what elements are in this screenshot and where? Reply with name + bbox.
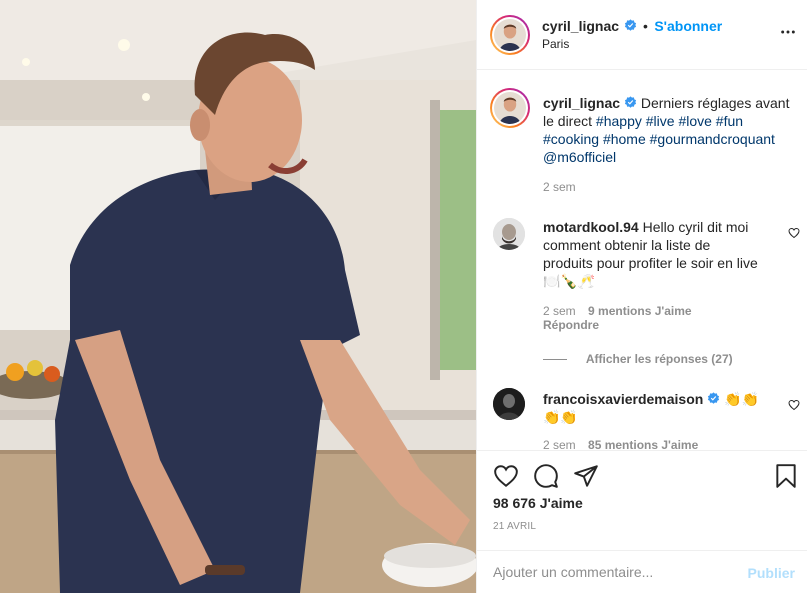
caption-line2-prefix: le direct (543, 113, 593, 129)
comment-bar: Publier (477, 550, 807, 593)
commenter-username[interactable]: francoisxavierdemaison (543, 391, 703, 407)
view-replies-label[interactable]: Afficher les réponses (27) (586, 352, 733, 366)
follow-button[interactable]: S'abonner (654, 18, 722, 34)
comment-line-3: produits pour profiter le soir en live (543, 255, 758, 271)
hashtag-home[interactable]: #home (603, 131, 646, 147)
comment-age[interactable]: 2 sem (543, 304, 576, 318)
hashtag-happy[interactable]: #happy (596, 113, 642, 129)
comment-line-1: Hello cyril dit moi (642, 219, 749, 235)
comment-input[interactable] (493, 559, 733, 585)
comment-like-heart-icon[interactable] (788, 399, 800, 411)
view-replies-button[interactable]: Afficher les réponses (27) (543, 352, 733, 366)
comment-likes[interactable]: 9 mentions J'aime (588, 304, 692, 318)
hashtag-fun[interactable]: #fun (716, 113, 743, 129)
comment-emoji-1: 👏👏 (724, 391, 759, 407)
comment-age[interactable]: 2 sem (543, 438, 576, 450)
comment-text: francoisxavierdemaison 👏👏 👏👏 (543, 390, 783, 426)
caption-avatar-image (494, 92, 526, 124)
comment-emoji: 🍽️🍾🥂 (543, 273, 596, 289)
post-date[interactable]: 21 AVRIL (493, 521, 536, 532)
likes-count[interactable]: 98 676 J'aime (493, 495, 583, 511)
more-options-icon[interactable] (780, 24, 796, 40)
post-header: cyril_lignac • S'abonner Paris (477, 0, 807, 70)
post-location[interactable]: Paris (542, 37, 569, 51)
comment-line-2: comment obtenir la liste de (543, 237, 711, 253)
commenter-avatar[interactable] (493, 388, 525, 420)
bookmark-icon[interactable] (773, 463, 799, 489)
commenter-avatar[interactable] (493, 218, 525, 250)
comment-text: motardkool.94 Hello cyril dit moi commen… (543, 218, 783, 290)
caption-age[interactable]: 2 sem (543, 180, 576, 194)
caption-intro: Derniers réglages avant (640, 95, 790, 111)
caption-text: cyril_lignac Derniers réglages avant le … (543, 94, 798, 166)
heart-icon[interactable] (493, 463, 519, 489)
caption-verified-badge-icon (624, 96, 637, 108)
commenter-verified-badge-icon (708, 392, 720, 404)
comment-emoji-2: 👏👏 (543, 409, 578, 425)
post-photo[interactable] (0, 0, 476, 593)
commenter-avatar-image (493, 388, 525, 420)
post-photo-image (0, 0, 476, 593)
publish-button[interactable]: Publier (748, 565, 795, 581)
post-panel: cyril_lignac • S'abonner Paris cyril_lig… (476, 0, 807, 593)
author-avatar[interactable] (490, 15, 530, 55)
commenter-avatar-image (493, 218, 525, 250)
comment-likes[interactable]: 85 mentions J'aime (588, 438, 698, 450)
send-icon[interactable] (573, 463, 599, 489)
post-actions: 98 676 J'aime 21 AVRIL (477, 450, 807, 550)
commenter-username[interactable]: motardkool.94 (543, 219, 639, 235)
hashtag-gourmandcroquant[interactable]: #gourmandcroquant (650, 131, 775, 147)
view-replies-line (543, 359, 567, 361)
caption-avatar[interactable] (490, 88, 530, 128)
reply-button[interactable]: Répondre (543, 318, 599, 332)
verified-badge-icon (624, 19, 636, 31)
comment-meta: 2 sem 9 mentions J'aime (543, 304, 692, 318)
mention-m6officiel[interactable]: @m6officiel (543, 149, 616, 165)
author-avatar-image (494, 19, 526, 51)
hashtag-love[interactable]: #love (678, 113, 711, 129)
hashtag-live[interactable]: #live (646, 113, 675, 129)
comment-like-heart-icon[interactable] (788, 227, 800, 239)
caption-username[interactable]: cyril_lignac (543, 95, 620, 111)
hashtag-cooking[interactable]: #cooking (543, 131, 599, 147)
comment-icon[interactable] (533, 463, 559, 489)
author-username[interactable]: cyril_lignac (542, 18, 619, 34)
comments-scroll-area[interactable]: cyril_lignac Derniers réglages avant le … (477, 70, 807, 450)
comment-meta: 2 sem 85 mentions J'aime (543, 438, 698, 450)
follow-separator: • (642, 18, 648, 34)
